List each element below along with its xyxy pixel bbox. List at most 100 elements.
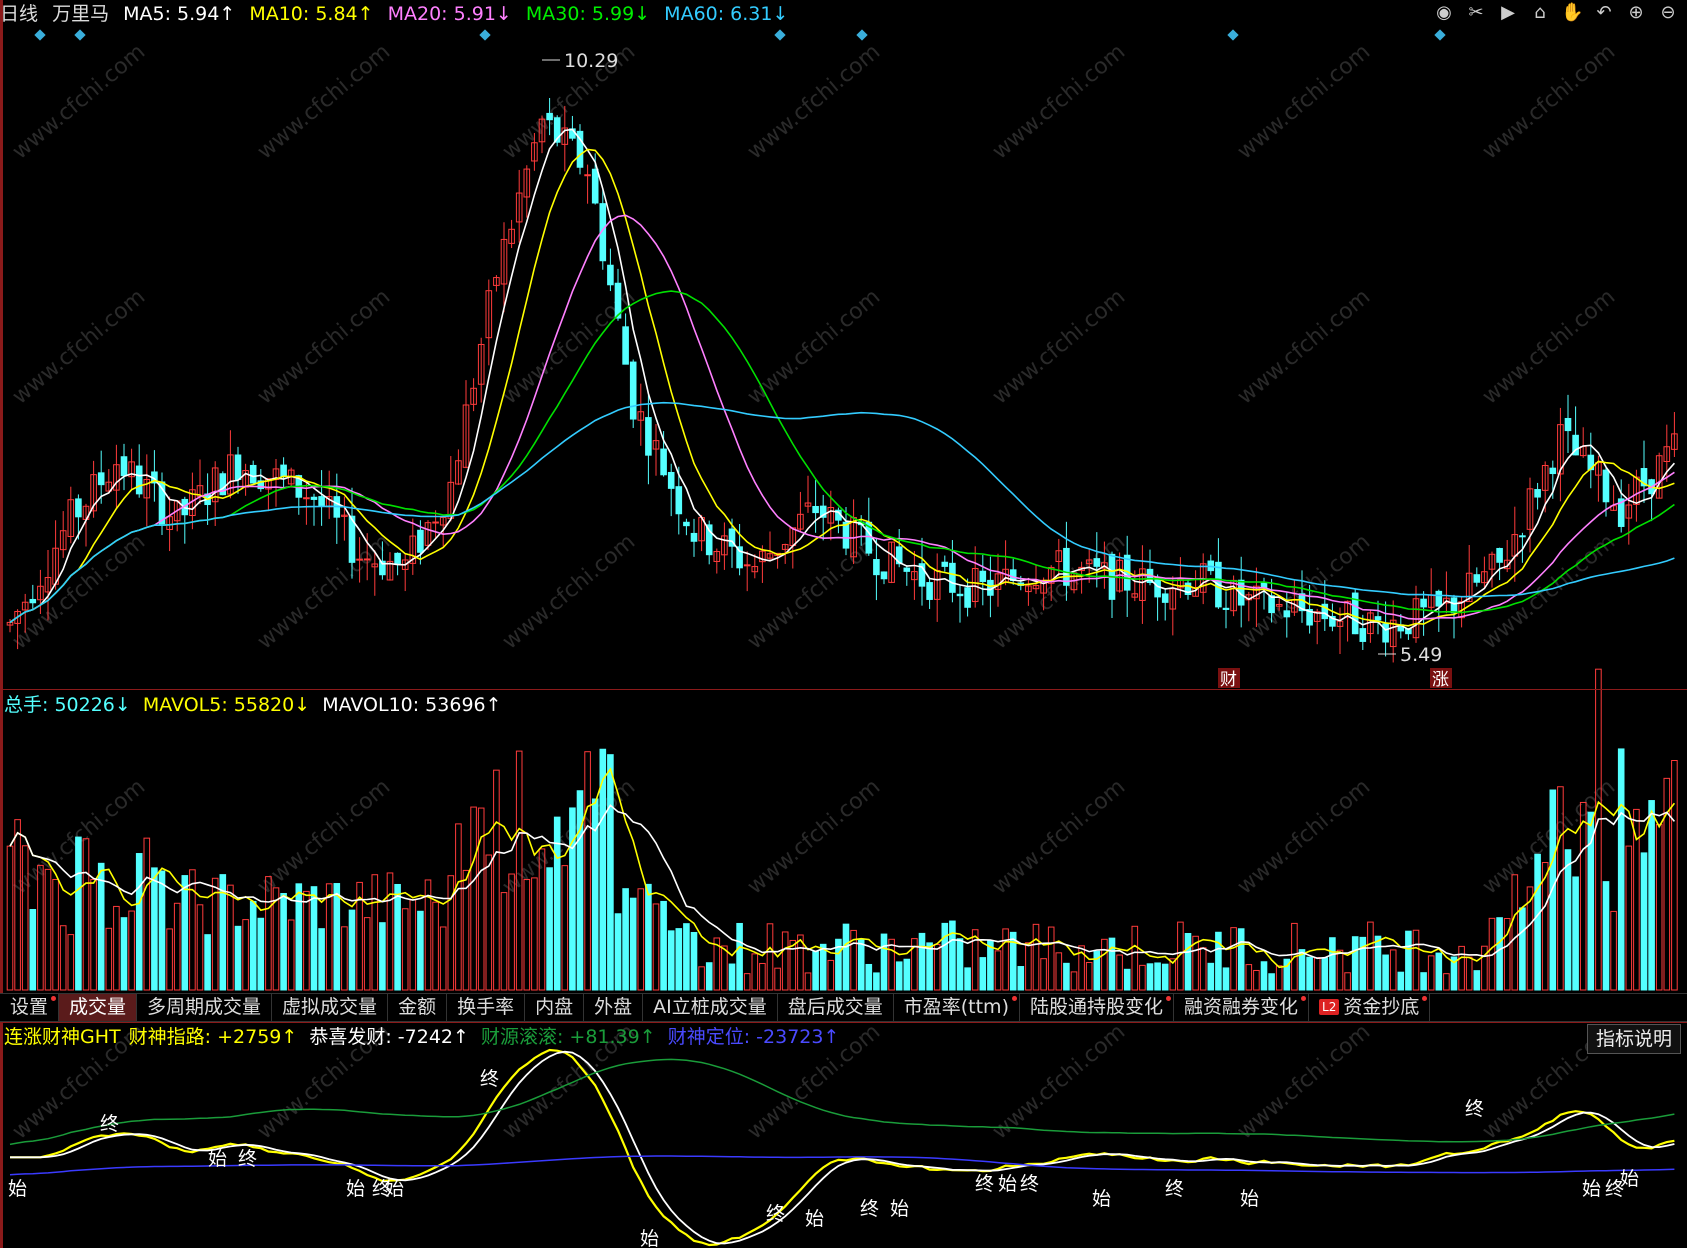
signal-start-label: 始 [1620, 1168, 1639, 1190]
candle-body [880, 571, 888, 580]
mavol5-value: MAVOL5: 55820↓ [142, 694, 311, 716]
candle-body [1450, 597, 1458, 614]
candle-body [1283, 610, 1291, 618]
volume-bar [1230, 927, 1237, 991]
watermark-text: www.cfchi.com [253, 529, 395, 654]
watermark-text: www.cfchi.com [8, 529, 150, 654]
watermark-text: www.cfchi.com [8, 39, 150, 164]
volume-bar [341, 926, 348, 991]
watermark-text: www.cfchi.com [1478, 39, 1620, 164]
candle-body [1359, 628, 1367, 642]
volume-bar [1040, 958, 1047, 991]
tab-label: 换手率 [457, 996, 515, 1018]
volume-bar [1245, 964, 1253, 991]
tab-label: 市盈率(ttm) [903, 996, 1009, 1018]
candle-body [622, 326, 629, 365]
event-diamond [1227, 29, 1239, 41]
volume-bar [660, 900, 667, 991]
tab-12[interactable]: 融资融券变化 [1174, 994, 1310, 1021]
watermark-text: www.cfchi.com [1478, 774, 1620, 899]
volume-bar [1123, 968, 1131, 991]
volume-bar [1275, 965, 1283, 991]
ma60-line [9, 401, 1675, 624]
volume-bar [622, 888, 629, 991]
volume-bar [439, 926, 447, 991]
high-price-label: 10.29 [564, 50, 618, 72]
volume-bar [128, 910, 135, 991]
signal-start-label: 始 [1092, 1188, 1111, 1210]
indicator-name[interactable]: 连涨财神GHT [4, 1026, 121, 1048]
tab-13[interactable]: L2 资金抄底 [1309, 994, 1431, 1021]
tab-0[interactable]: 设置 [0, 994, 60, 1021]
candle-body [979, 570, 987, 582]
tab-10[interactable]: 市盈率(ttm) [894, 994, 1020, 1021]
volume-bar [1154, 962, 1161, 991]
volume-bar [1139, 964, 1146, 991]
tab-label: 虚拟成交量 [282, 996, 378, 1018]
volume-bar [105, 927, 113, 991]
volume-bar [1215, 931, 1222, 991]
candle-body [949, 562, 956, 593]
volume-bar [1063, 962, 1070, 991]
volume-bar [1541, 862, 1549, 991]
signal-start-label: 始 [346, 1178, 365, 1200]
volume-bar [569, 807, 576, 991]
tab-1[interactable]: 成交量 [59, 994, 138, 1021]
volume-bar [1055, 952, 1063, 991]
volume-bar [287, 919, 295, 991]
volume-bar [371, 874, 379, 991]
volume-bar [189, 869, 196, 991]
volume-bar [318, 928, 325, 991]
volume-bar [1199, 947, 1207, 991]
volume-bar [1602, 881, 1610, 991]
volume-bar [1253, 969, 1260, 991]
indicator-explain-button[interactable]: 指标说明 [1586, 1024, 1681, 1054]
volume-bar [903, 958, 911, 991]
tab-8[interactable]: AI立桩成交量 [643, 994, 778, 1021]
volume-bar [379, 922, 386, 991]
volume-bar [1222, 967, 1230, 991]
volume-bar [933, 943, 941, 991]
event-badge-zhang: 涨 [1432, 670, 1449, 690]
volume-bar [432, 901, 439, 991]
volume-bar [90, 878, 97, 991]
volume-bar [759, 962, 766, 991]
tab-11[interactable]: 陆股通持股变化 [1020, 994, 1174, 1021]
watermark-text: www.cfchi.com [8, 284, 150, 409]
volume-bar [1435, 952, 1443, 991]
tab-2[interactable]: 多周期成交量 [137, 994, 273, 1021]
candle-body [135, 465, 143, 495]
volume-bar [1420, 972, 1427, 991]
chart-canvas[interactable]: www.cfchi.com www.cfchi.com www.cfchi.com w… [0, 0, 1687, 1248]
candle-body [1222, 607, 1230, 610]
volume-bar [257, 917, 265, 991]
candle-body [1374, 616, 1382, 621]
volume-bar [325, 883, 333, 991]
candle-body [280, 464, 287, 477]
volume-bar [607, 754, 614, 991]
tab-9[interactable]: 盘后成交量 [778, 994, 894, 1021]
event-diamond [479, 29, 491, 41]
volume-bar [804, 972, 812, 991]
candle-body [1549, 467, 1557, 475]
volume-bar [14, 819, 21, 991]
volume-bar [1306, 956, 1313, 991]
event-diamond [34, 29, 46, 41]
volume-bar [485, 854, 493, 991]
volume-bar [82, 838, 90, 991]
tab-6[interactable]: 内盘 [525, 994, 585, 1021]
tab-4[interactable]: 金额 [388, 994, 448, 1021]
volume-bar [667, 930, 675, 991]
volume-bar [819, 943, 827, 991]
volume-bar [546, 867, 553, 991]
tab-label: 盘后成交量 [787, 996, 883, 1018]
volume-bar [120, 917, 128, 991]
volume-bar [774, 967, 781, 991]
tab-7[interactable]: 外盘 [584, 994, 644, 1021]
tab-5[interactable]: 换手率 [447, 994, 526, 1021]
tab-3[interactable]: 虚拟成交量 [272, 994, 389, 1021]
volume-bar [1405, 930, 1412, 991]
volume-bar [949, 920, 956, 991]
tab-label: 外盘 [594, 996, 633, 1018]
indicator-line3: 财源滚滚: +81.39↑ [480, 1026, 656, 1048]
